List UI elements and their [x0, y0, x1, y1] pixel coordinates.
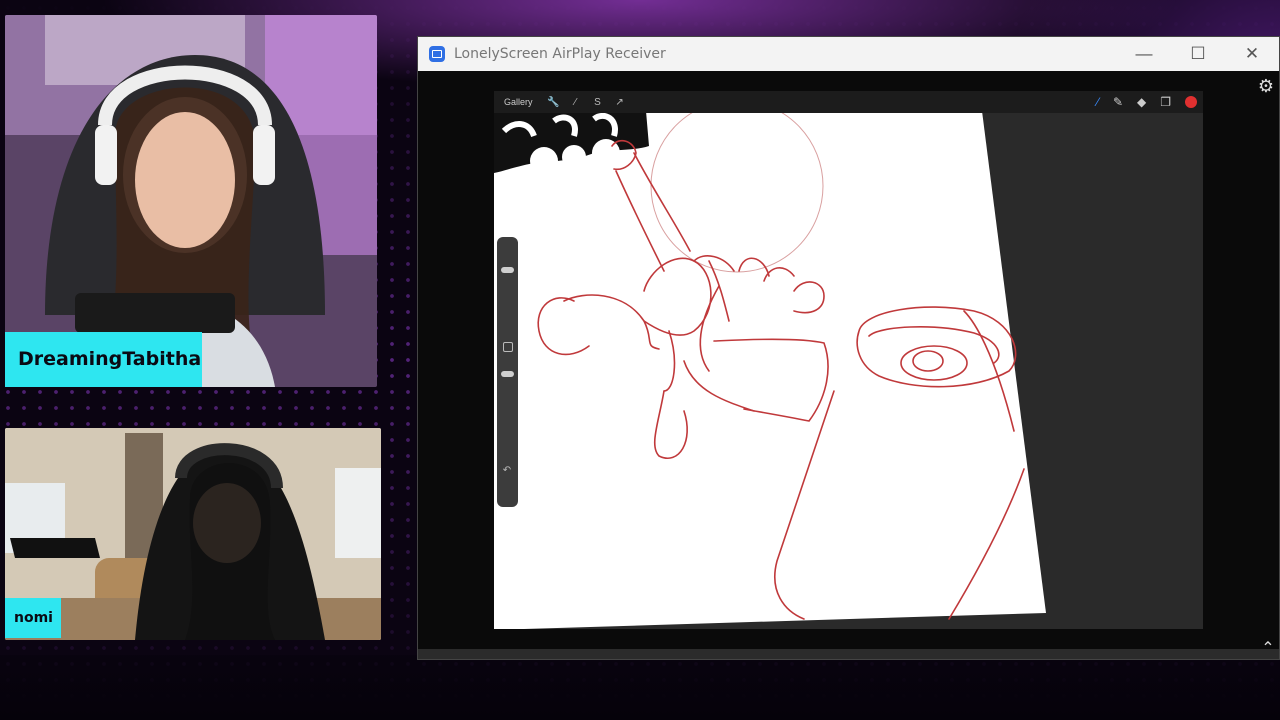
brush-size-slider[interactable] [501, 267, 514, 273]
horizontal-scrollbar[interactable] [418, 649, 1279, 659]
guest-webcam-scene [5, 428, 381, 640]
airplay-app-icon [429, 46, 445, 62]
wand-icon[interactable]: ⁄ [565, 97, 587, 108]
gear-icon[interactable]: ⚙ [1257, 77, 1275, 95]
background-bottom [0, 655, 1280, 720]
chevron-up-icon[interactable]: ⌃ [1258, 639, 1278, 659]
drawing-canvas[interactable] [494, 91, 1203, 629]
procreate-sidebar: ↶ [497, 237, 518, 507]
wrench-icon[interactable]: 🔧 [543, 97, 565, 108]
guest-webcam [5, 428, 381, 640]
selection-icon[interactable]: S [587, 97, 609, 108]
lonelyscreen-window: LonelyScreen AirPlay Receiver — ☐ ✕ ⚙ Ga… [417, 36, 1280, 660]
modify-button[interactable] [503, 342, 513, 352]
procreate-toolbar: Gallery 🔧 ⁄ S ↗ ⁄ ✎ ◆ ❐ [494, 91, 1203, 113]
window-titlebar[interactable]: LonelyScreen AirPlay Receiver — ☐ ✕ [418, 37, 1279, 71]
smudge-icon[interactable]: ✎ [1113, 95, 1123, 109]
procreate-right-tools: ⁄ ✎ ◆ ❐ [1097, 91, 1197, 113]
layers-icon[interactable]: ❐ [1160, 95, 1171, 109]
color-picker-button[interactable] [1185, 96, 1197, 108]
procreate-screen: Gallery 🔧 ⁄ S ↗ ⁄ ✎ ◆ ❐ ↶ [494, 91, 1203, 629]
eraser-icon[interactable]: ◆ [1137, 95, 1146, 109]
undo-icon[interactable]: ↶ [500, 465, 514, 476]
maximize-button[interactable]: ☐ [1171, 37, 1225, 71]
guest-name-tag: nomi [5, 598, 61, 638]
brush-icon[interactable]: ⁄ [1097, 95, 1099, 109]
opacity-slider[interactable] [501, 371, 514, 377]
host-name-tag: DreamingTabitha [5, 332, 202, 387]
minimize-button[interactable]: — [1117, 37, 1171, 71]
close-button[interactable]: ✕ [1225, 37, 1279, 71]
transform-icon[interactable]: ↗ [609, 97, 631, 108]
gallery-button[interactable]: Gallery [504, 97, 533, 107]
window-title: LonelyScreen AirPlay Receiver [454, 46, 666, 62]
